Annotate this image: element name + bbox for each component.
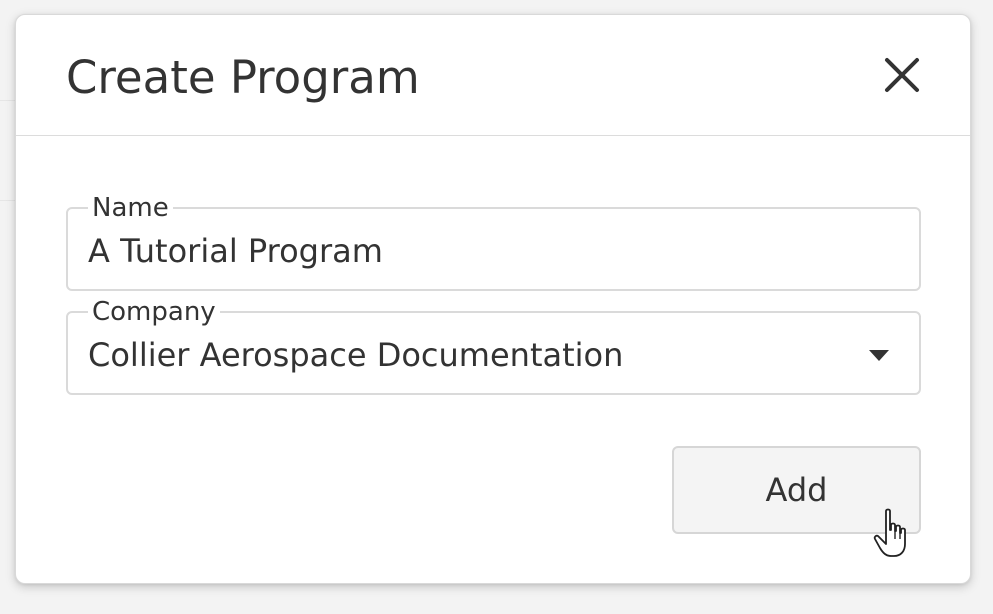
- name-field-label: Name: [88, 193, 173, 223]
- company-select-value[interactable]: Collier Aerospace Documentation: [88, 335, 623, 375]
- dialog-title: Create Program: [66, 51, 420, 104]
- close-icon: [882, 55, 922, 95]
- backdrop-divider: [0, 200, 15, 201]
- dialog-header: Create Program: [16, 15, 970, 136]
- name-field[interactable]: Name A Tutorial Program: [66, 193, 921, 291]
- caret-down-icon[interactable]: [869, 347, 889, 361]
- backdrop-divider: [0, 100, 15, 101]
- name-field-value[interactable]: A Tutorial Program: [88, 231, 383, 271]
- close-button[interactable]: [882, 55, 922, 95]
- add-button[interactable]: Add: [672, 446, 921, 534]
- company-field-label: Company: [88, 297, 220, 327]
- create-program-dialog: Create Program Name A Tutorial Program C…: [15, 14, 971, 584]
- company-select[interactable]: Company Collier Aerospace Documentation: [66, 297, 921, 395]
